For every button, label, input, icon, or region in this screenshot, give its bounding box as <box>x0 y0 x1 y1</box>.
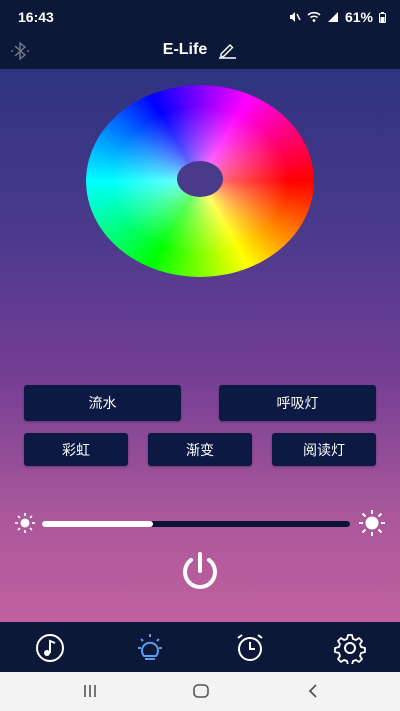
wifi-icon <box>307 11 321 22</box>
recent-apps-icon[interactable] <box>82 683 98 699</box>
mode-button-reading[interactable]: 阅读灯 <box>272 433 376 466</box>
status-icons: 61% <box>289 9 386 25</box>
pencil-icon[interactable] <box>217 41 237 59</box>
status-time: 16:43 <box>18 9 54 25</box>
power-icon[interactable] <box>178 551 222 593</box>
settings-gear-icon[interactable] <box>334 632 366 664</box>
mode-button-gradient[interactable]: 渐变 <box>148 433 252 466</box>
sun-small-icon <box>15 513 35 533</box>
mode-button-flow[interactable]: 流水 <box>24 385 181 421</box>
music-icon[interactable] <box>34 632 66 664</box>
app-title: E-Life <box>162 41 208 58</box>
brightness-slider[interactable] <box>42 521 350 527</box>
back-icon[interactable] <box>306 683 320 699</box>
brightness-slider-row <box>0 509 400 539</box>
system-nav-bar <box>0 672 400 711</box>
bottom-nav <box>0 622 400 672</box>
home-icon[interactable] <box>192 683 210 699</box>
sun-large-icon <box>359 510 385 536</box>
app-header: E-Life <box>0 34 400 69</box>
signal-icon <box>327 12 338 22</box>
mode-button-rainbow[interactable]: 彩虹 <box>24 433 128 466</box>
battery-percent: 61% <box>344 9 373 25</box>
main-panel: 流水 呼吸灯 彩虹 渐变 阅读灯 <box>0 69 400 622</box>
brightness-slider-fill <box>42 521 153 527</box>
mute-icon <box>289 12 301 22</box>
status-bar: 16:43 61% <box>0 0 400 34</box>
mode-button-breathing[interactable]: 呼吸灯 <box>219 385 376 421</box>
light-bulb-icon[interactable] <box>134 632 166 664</box>
app-title-bar: E-Life <box>0 41 400 59</box>
battery-icon <box>379 11 386 23</box>
color-wheel-center <box>177 161 223 197</box>
alarm-clock-icon[interactable] <box>234 632 266 664</box>
